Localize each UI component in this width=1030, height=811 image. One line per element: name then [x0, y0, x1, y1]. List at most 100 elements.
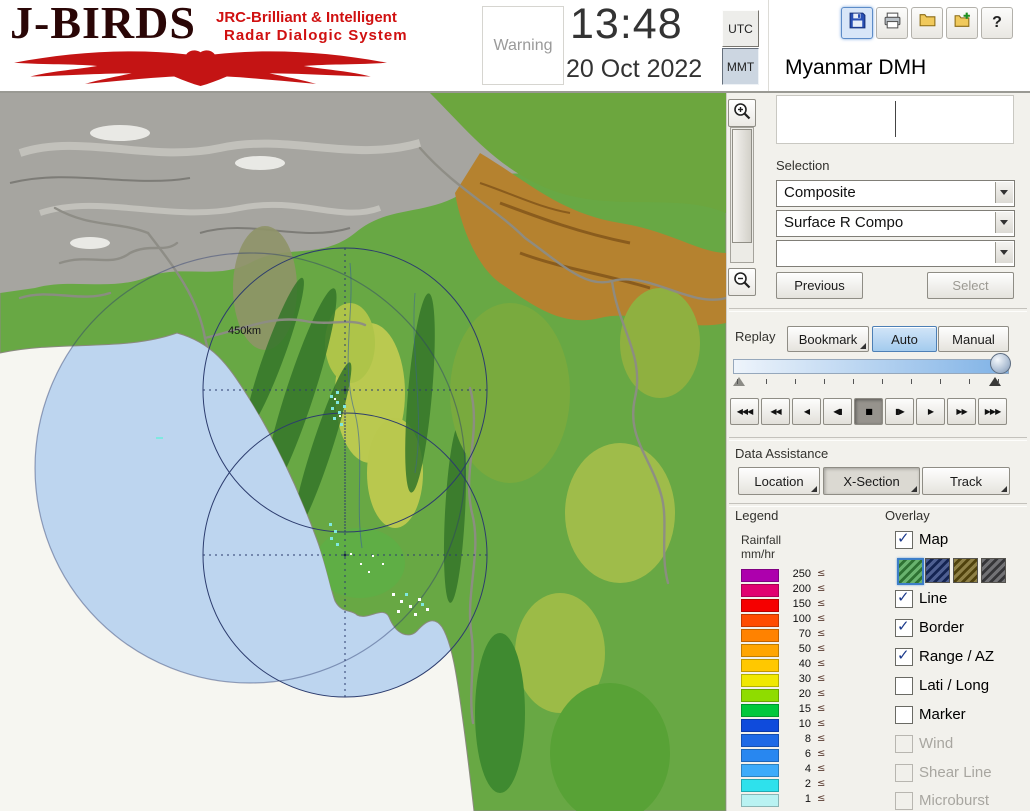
- map-viewport[interactable]: 450km: [0, 93, 726, 811]
- print-icon: [883, 11, 902, 35]
- timeline-slider-handle[interactable]: [990, 353, 1011, 374]
- separator: [729, 503, 1027, 507]
- chevron-down-icon[interactable]: [995, 242, 1013, 263]
- previous-button[interactable]: Previous: [776, 272, 863, 299]
- jbirds-app: J-BIRDS JRC-Brilliant & Intelligent Rada…: [0, 0, 1030, 811]
- rewind-fast-button[interactable]: ◀◀: [761, 398, 790, 425]
- legend-swatch: [741, 569, 779, 582]
- manual-mode-button[interactable]: Manual: [938, 326, 1009, 352]
- replay-section-label: Replay: [735, 329, 776, 344]
- auto-mode-button[interactable]: Auto: [872, 326, 937, 352]
- zoom-in-button[interactable]: [728, 99, 756, 127]
- legend-section-label: Legend: [735, 508, 779, 523]
- stop-button[interactable]: ■: [854, 398, 883, 425]
- zoom-out-icon: [732, 270, 752, 295]
- organization-title: Myanmar DMH: [785, 56, 927, 79]
- control-panel: Selection Composite Surface R Compo Prev…: [726, 93, 1030, 811]
- dropdown-value: Composite: [784, 184, 856, 201]
- legend-value: 70: [798, 628, 811, 640]
- lte-symbol: ≤: [817, 643, 826, 654]
- chevron-down-icon[interactable]: [995, 182, 1013, 203]
- save-icon: [848, 11, 867, 35]
- lte-symbol: ≤: [817, 733, 826, 744]
- header-bar: J-BIRDS JRC-Brilliant & Intelligent Rada…: [0, 0, 1030, 93]
- lte-symbol: ≤: [817, 628, 826, 639]
- overlay-label: Map: [919, 531, 949, 548]
- product-category-dropdown[interactable]: Composite: [776, 180, 1015, 207]
- legend-swatch: [741, 719, 779, 732]
- legend-swatch: [741, 659, 779, 672]
- lte-symbol: ≤: [817, 613, 826, 624]
- legend-value: 150: [792, 598, 811, 610]
- app-logo-subtitle-2: Radar Dialogic System: [224, 27, 408, 44]
- separator: [729, 437, 1027, 441]
- lte-symbol: ≤: [817, 658, 826, 669]
- legend-value: 15: [798, 703, 811, 715]
- legend-swatch: [741, 734, 779, 747]
- legend-swatch: [741, 794, 779, 807]
- status-message-box[interactable]: [776, 95, 1014, 144]
- lte-symbol: ≤: [817, 598, 826, 609]
- overlay-label: Border: [919, 619, 965, 636]
- legend-value: 2: [804, 778, 811, 790]
- text-caret: [895, 101, 896, 137]
- help-button[interactable]: ?: [981, 7, 1013, 39]
- forward-fastest-button[interactable]: ▶▶▶: [978, 398, 1007, 425]
- replay-timeline-slider[interactable]: [733, 359, 1009, 374]
- legend-unit-line1: Rainfall: [741, 533, 782, 547]
- print-button[interactable]: [876, 7, 908, 39]
- location-button[interactable]: Location: [738, 467, 820, 495]
- legend-value: 4: [804, 763, 811, 775]
- product-option-dropdown[interactable]: [776, 240, 1015, 267]
- x-section-button[interactable]: X-Section: [823, 467, 920, 495]
- legend-swatch: [741, 629, 779, 642]
- checkbox-map[interactable]: [895, 529, 913, 549]
- checkbox-border[interactable]: [895, 617, 913, 637]
- lte-symbol: ≤: [817, 583, 826, 594]
- lte-symbol: ≤: [817, 793, 826, 804]
- zoom-out-button[interactable]: [728, 268, 756, 296]
- play-forward-button[interactable]: ▶: [916, 398, 945, 425]
- lte-symbol: ≤: [817, 703, 826, 714]
- open-file-button[interactable]: [911, 7, 943, 39]
- checkbox-lati-long[interactable]: [895, 677, 913, 695]
- legend-swatch: [741, 689, 779, 702]
- map-style-olive[interactable]: [953, 558, 978, 583]
- select-button[interactable]: Select: [927, 272, 1014, 299]
- import-data-button[interactable]: [946, 7, 978, 39]
- save-button[interactable]: [841, 7, 873, 39]
- separator: [729, 308, 1027, 312]
- checkbox-line[interactable]: [895, 588, 913, 608]
- map-style-grey[interactable]: [981, 558, 1006, 583]
- map-style-navy[interactable]: [925, 558, 950, 583]
- open-folder-icon: [918, 11, 937, 35]
- lte-symbol: ≤: [817, 688, 826, 699]
- chevron-down-icon[interactable]: [995, 212, 1013, 233]
- clock-date: 20 Oct 2022: [566, 55, 703, 83]
- app-logo-title: J-BIRDS: [10, 0, 196, 48]
- bookmark-button[interactable]: Bookmark: [787, 326, 869, 352]
- step-backward-button[interactable]: ◀▮: [823, 398, 852, 425]
- overlay-label: Wind: [919, 735, 954, 752]
- track-button[interactable]: Track: [922, 467, 1010, 495]
- dropdown-value: Surface R Compo: [784, 214, 904, 231]
- step-forward-button[interactable]: ▮▶: [885, 398, 914, 425]
- warning-indicator: Warning: [482, 6, 564, 85]
- zoom-scrollbar[interactable]: [730, 127, 754, 263]
- overlay-label: Shear Line: [919, 764, 992, 781]
- rewind-fastest-button[interactable]: ◀◀◀: [730, 398, 759, 425]
- lte-symbol: ≤: [817, 763, 826, 774]
- zoom-scrollbar-thumb[interactable]: [732, 129, 752, 243]
- legend-value: 250: [792, 568, 811, 580]
- checkbox-marker[interactable]: [895, 706, 913, 724]
- map-style-green[interactable]: [897, 558, 924, 585]
- play-backward-button[interactable]: ◀: [792, 398, 821, 425]
- forward-fast-button[interactable]: ▶▶: [947, 398, 976, 425]
- utc-toggle-button[interactable]: UTC: [722, 10, 759, 47]
- legend-swatch: [741, 704, 779, 717]
- warning-label: Warning: [493, 36, 553, 54]
- product-type-dropdown[interactable]: Surface R Compo: [776, 210, 1015, 237]
- clock-time: 13:48: [570, 0, 683, 48]
- checkbox-range-az[interactable]: [895, 646, 913, 666]
- mmt-toggle-button[interactable]: MMT: [722, 48, 759, 85]
